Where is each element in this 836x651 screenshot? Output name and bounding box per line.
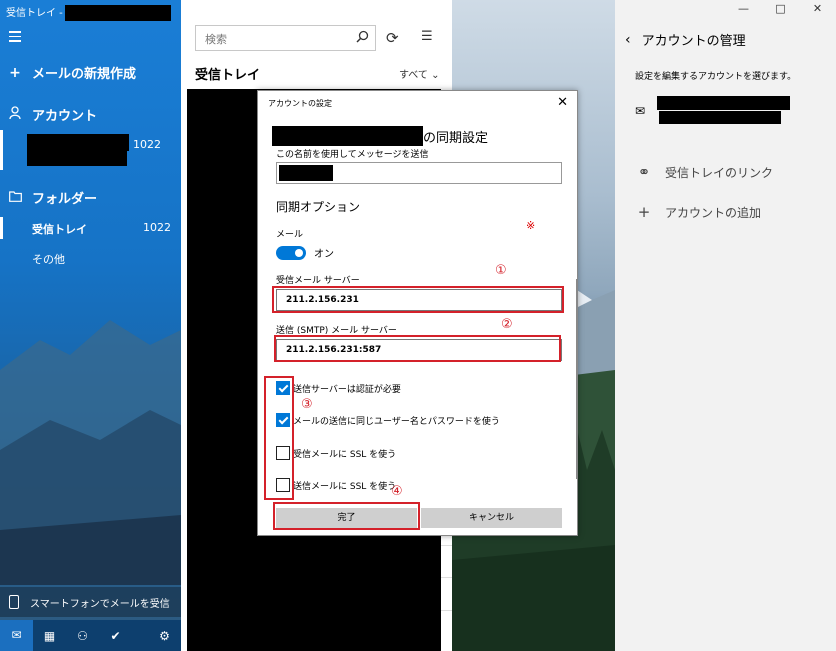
annotation-number-1: ① bbox=[495, 263, 507, 278]
person-icon bbox=[8, 106, 22, 123]
auth-required-checkbox-row[interactable]: 送信サーバーは認証が必要 bbox=[276, 381, 401, 395]
account-unread-count: 1022 bbox=[133, 138, 161, 151]
account-management-title: アカウントの管理 bbox=[641, 34, 746, 49]
new-mail-button[interactable]: + メールの新規作成 bbox=[8, 63, 137, 83]
gear-icon[interactable]: ⚙ bbox=[148, 629, 181, 643]
minimize-button[interactable]: — bbox=[725, 0, 762, 20]
redacted-account-email bbox=[659, 111, 781, 124]
background-mountain bbox=[0, 320, 181, 585]
link-inboxes-button[interactable]: ⚭ 受信トレイのリンク bbox=[635, 163, 773, 181]
outgoing-ssl-checkbox-row[interactable]: 送信メールに SSL を使う bbox=[276, 478, 396, 492]
folder-inbox[interactable]: 受信トレイ 1022 bbox=[0, 215, 181, 241]
dialog-scrollbar[interactable] bbox=[576, 279, 578, 479]
annotation-box-4 bbox=[273, 502, 420, 530]
add-account-button[interactable]: + アカウントの追加 bbox=[635, 203, 761, 221]
sync-options-title: 同期オプション bbox=[276, 200, 361, 214]
filter-dropdown[interactable]: すべて ⌄ bbox=[399, 66, 439, 81]
incoming-ssl-label: 受信メールに SSL を使う bbox=[293, 449, 397, 460]
window-controls: — □ ✕ bbox=[725, 0, 836, 20]
back-arrow-icon[interactable]: ‹ bbox=[625, 32, 631, 48]
account-management-header: ‹ アカウントの管理 bbox=[625, 30, 746, 50]
outgoing-ssl-label: 送信メールに SSL を使う bbox=[293, 481, 397, 492]
folder-icon bbox=[8, 190, 22, 206]
folder-inbox-label: 受信トレイ bbox=[32, 223, 87, 236]
annotation-number-2: ② bbox=[501, 317, 513, 332]
folder-other-label: その他 bbox=[32, 253, 65, 266]
search-input[interactable]: 検索 bbox=[195, 25, 376, 51]
annotation-box-3 bbox=[264, 376, 294, 500]
app-switcher-bar: ✉ ▦ ⚇ ✔ ⚙ bbox=[0, 620, 181, 651]
cancel-button[interactable]: キャンセル bbox=[421, 508, 562, 528]
folder-inbox-count: 1022 bbox=[143, 221, 171, 234]
account-management-pane: — □ ✕ ‹ アカウントの管理 設定を編集するアカウントを選びます。 ✉ ⚭ … bbox=[615, 0, 836, 651]
phone-icon bbox=[9, 595, 19, 609]
link-inboxes-label: 受信トレイのリンク bbox=[665, 165, 774, 180]
account-settings-dialog: アカウントの設定 ✕ の同期設定 この名前を使用してメッセージを送信 同期オプシ… bbox=[257, 90, 578, 536]
search-icon[interactable] bbox=[356, 30, 369, 43]
send-name-label: この名前を使用してメッセージを送信 bbox=[276, 150, 429, 160]
window-title-text: 受信トレイ - bbox=[6, 8, 63, 19]
note-mark: ※ bbox=[526, 219, 536, 232]
folders-header[interactable]: フォルダー bbox=[8, 188, 97, 207]
envelope-icon: ✉ bbox=[635, 104, 646, 118]
incoming-server-label: 受信メール サーバー bbox=[276, 276, 360, 286]
divider bbox=[441, 577, 452, 578]
mail-sync-toggle[interactable] bbox=[276, 245, 306, 260]
sync-settings-suffix: の同期設定 bbox=[423, 130, 489, 146]
mail-sync-label: メール bbox=[276, 230, 304, 240]
annotation-number-3: ③ bbox=[301, 397, 313, 412]
account-item[interactable]: 1022 bbox=[0, 130, 181, 170]
hamburger-menu-icon[interactable] bbox=[9, 31, 21, 42]
annotation-box-1 bbox=[272, 286, 564, 313]
todo-icon[interactable]: ✔ bbox=[99, 629, 132, 643]
annotation-box-2 bbox=[274, 335, 561, 362]
list-title: 受信トレイ bbox=[195, 68, 261, 83]
close-icon[interactable]: ✕ bbox=[557, 95, 568, 110]
window-title: 受信トレイ - bbox=[6, 4, 171, 21]
mail-icon[interactable]: ✉ bbox=[0, 620, 33, 651]
auth-required-label: 送信サーバーは認証が必要 bbox=[293, 384, 401, 395]
redacted-account-name bbox=[657, 96, 790, 110]
send-name-field[interactable] bbox=[276, 162, 562, 184]
selection-indicator bbox=[0, 130, 3, 170]
plus-icon: + bbox=[9, 64, 21, 81]
add-account-label: アカウントの追加 bbox=[665, 205, 762, 220]
people-icon[interactable]: ⚇ bbox=[66, 629, 99, 643]
nav-pane: 受信トレイ - + メールの新規作成 アカウント 1022 フォルダー 受信トレ… bbox=[0, 0, 181, 651]
annotation-number-4: ④ bbox=[391, 484, 403, 499]
sync-icon[interactable]: ⟳ bbox=[386, 29, 399, 47]
accounts-header[interactable]: アカウント bbox=[8, 105, 97, 124]
close-window-button[interactable]: ✕ bbox=[799, 0, 836, 20]
same-credentials-label: メールの送信に同じユーザー名とパスワードを使う bbox=[293, 416, 500, 427]
search-placeholder: 検索 bbox=[205, 33, 227, 46]
phone-mail-label: スマートフォンでメールを受信 bbox=[30, 598, 170, 610]
select-mode-icon[interactable]: ☰ bbox=[421, 29, 433, 44]
redacted-account-name bbox=[27, 134, 129, 151]
divider bbox=[441, 610, 452, 611]
divider bbox=[441, 545, 452, 546]
new-mail-label: メールの新規作成 bbox=[32, 67, 137, 82]
phone-mail-link[interactable]: スマートフォンでメールを受信 bbox=[0, 587, 181, 617]
account-management-subtitle: 設定を編集するアカウントを選びます。 bbox=[635, 72, 797, 82]
accounts-label: アカウント bbox=[32, 109, 98, 124]
sync-settings-heading: の同期設定 bbox=[272, 126, 488, 146]
link-icon: ⚭ bbox=[637, 163, 651, 181]
mail-sync-state: オン bbox=[314, 249, 334, 260]
mail-sync-toggle-row: オン bbox=[276, 245, 334, 260]
plus-icon: + bbox=[637, 203, 651, 221]
redacted-account-email bbox=[27, 151, 127, 166]
redacted-account-name bbox=[272, 126, 423, 146]
dialog-title: アカウントの設定 bbox=[268, 99, 332, 108]
incoming-ssl-checkbox-row[interactable]: 受信メールに SSL を使う bbox=[276, 446, 396, 460]
folders-label: フォルダー bbox=[32, 192, 98, 207]
redacted-block bbox=[64, 5, 171, 21]
maximize-button[interactable]: □ bbox=[762, 0, 799, 20]
same-credentials-checkbox-row[interactable]: メールの送信に同じユーザー名とパスワードを使う bbox=[276, 413, 500, 427]
redacted-sender-name bbox=[279, 165, 333, 181]
folder-other[interactable]: その他 bbox=[32, 251, 65, 267]
selection-indicator bbox=[0, 217, 3, 239]
account-entry[interactable]: ✉ bbox=[635, 96, 830, 126]
calendar-icon[interactable]: ▦ bbox=[33, 629, 66, 643]
